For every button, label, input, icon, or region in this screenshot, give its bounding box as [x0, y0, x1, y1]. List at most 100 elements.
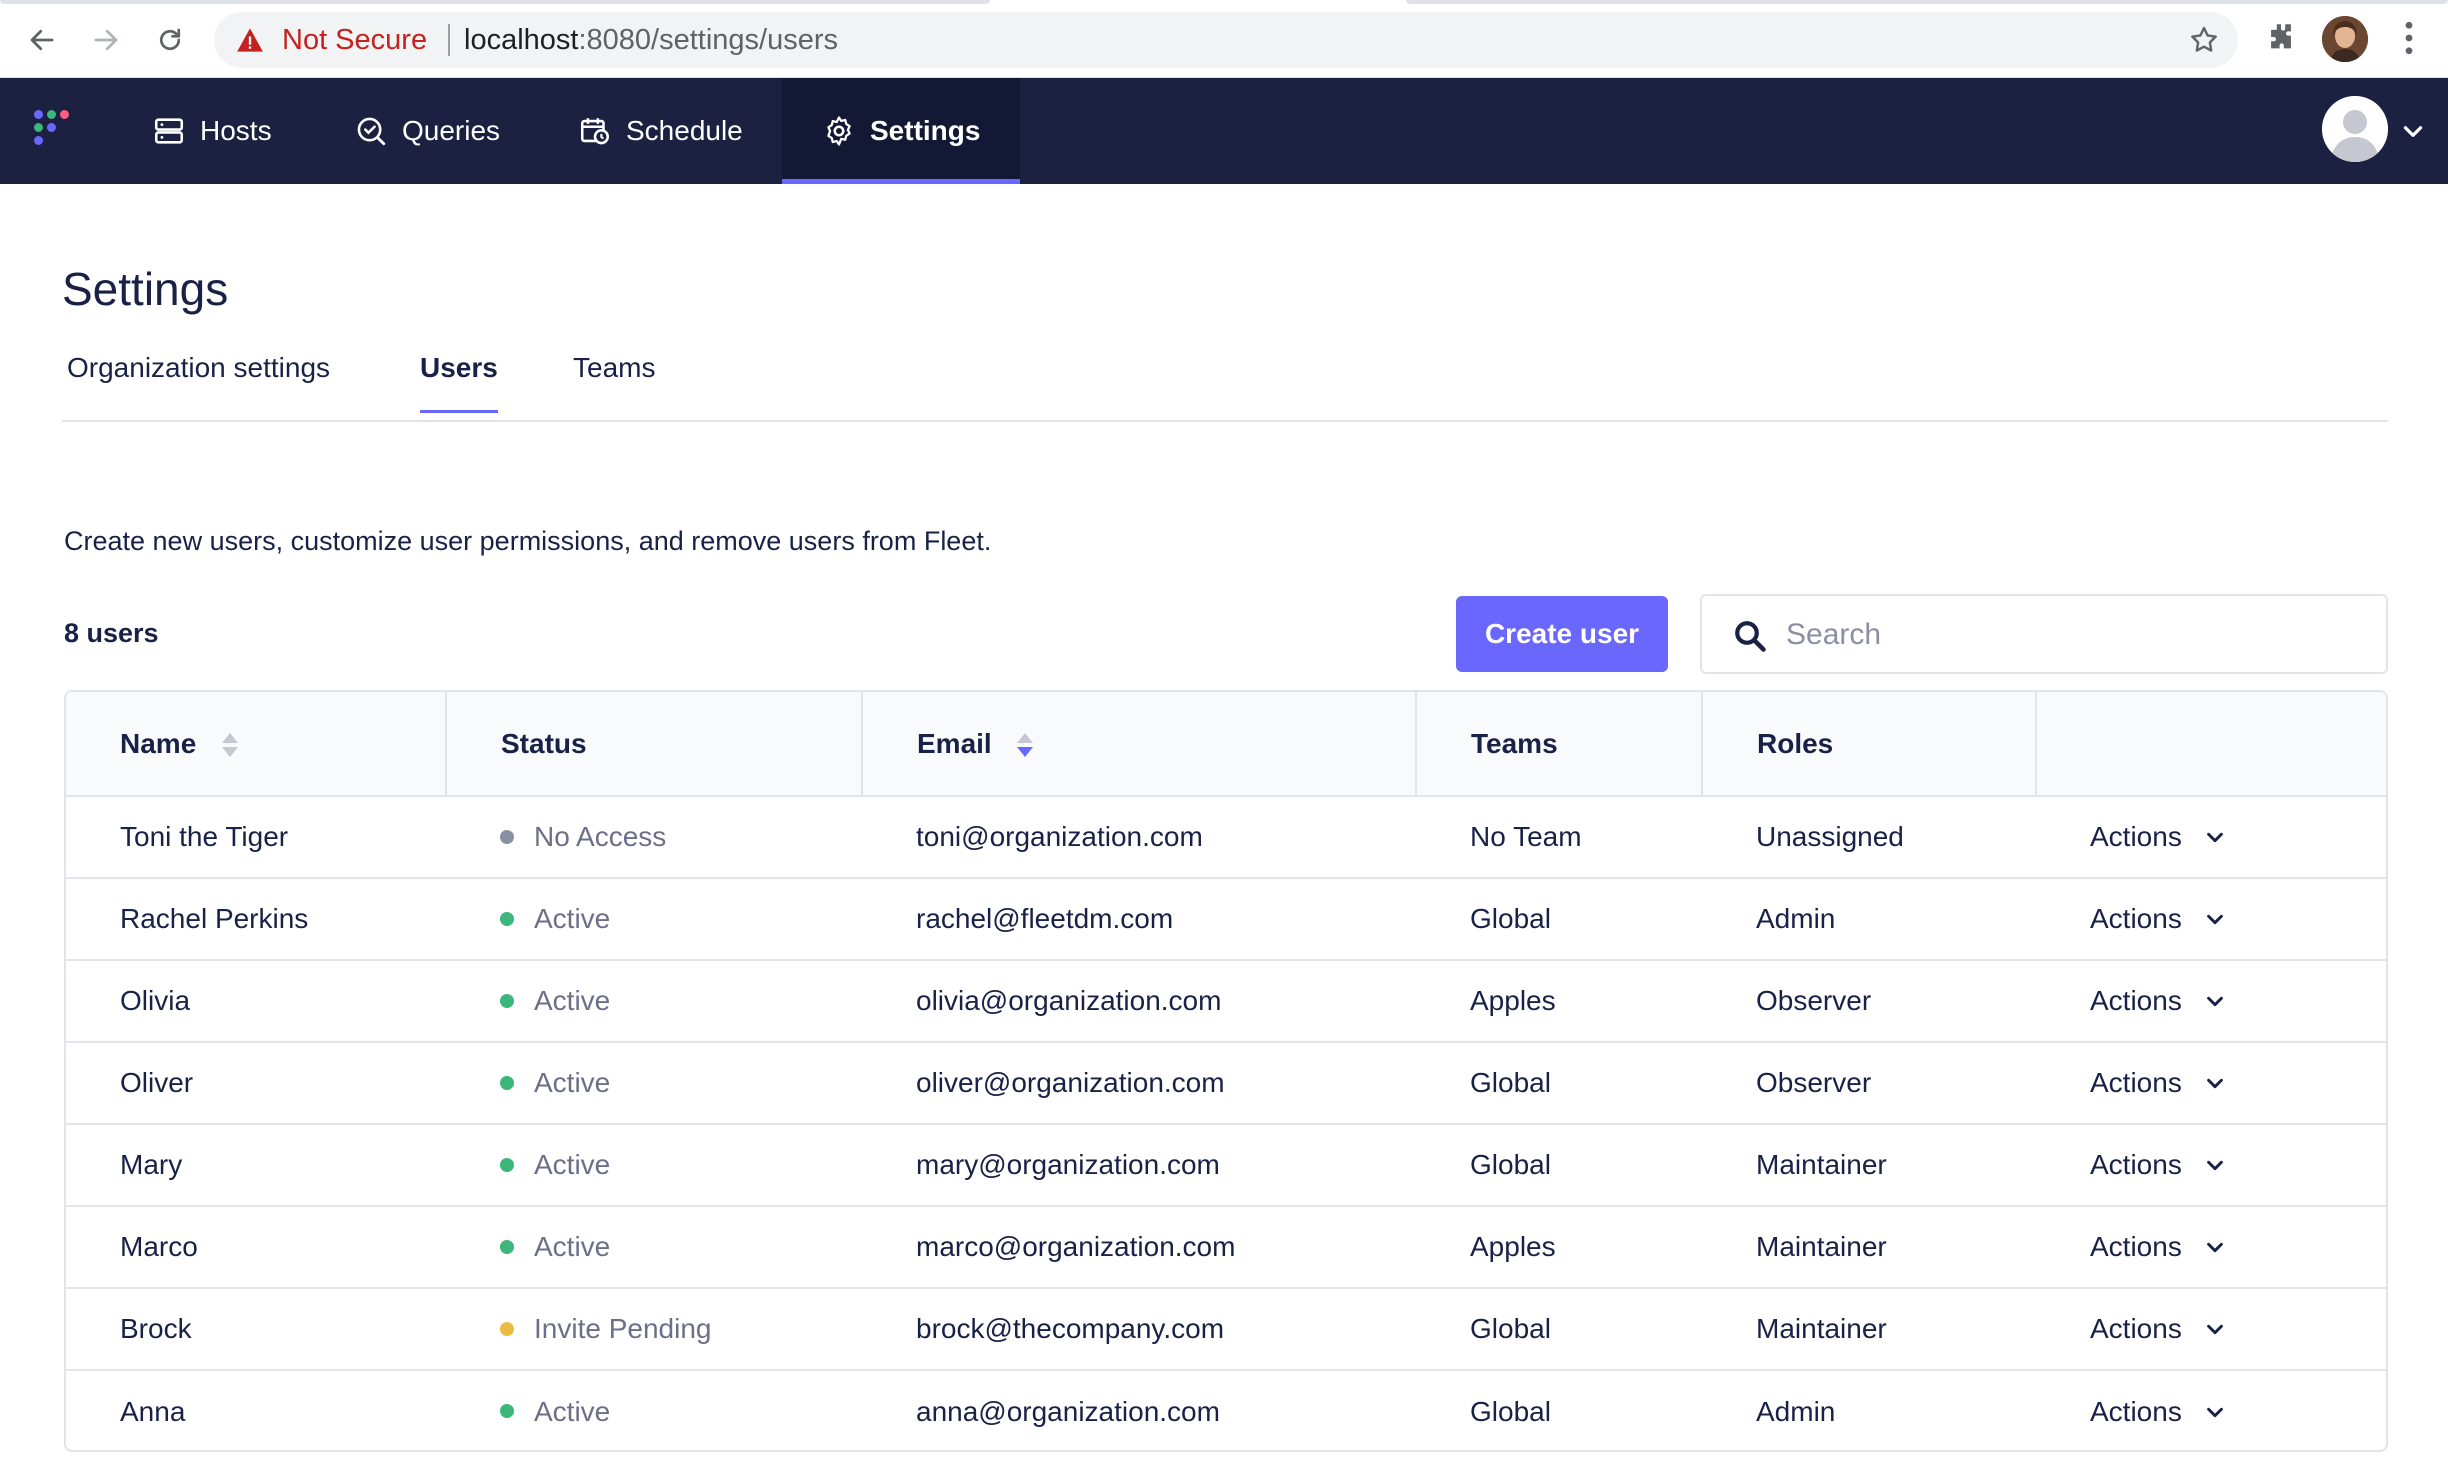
table-row: Marco Active marco@organization.com Appl…	[66, 1206, 2386, 1288]
user-name: Marco	[120, 1231, 198, 1262]
user-teams: Apples	[1470, 985, 1556, 1016]
browser-tab[interactable]	[0, 0, 990, 4]
sort-descending-icon	[1017, 733, 1034, 758]
chevron-down-icon	[2206, 1160, 2223, 1171]
user-status: Active	[446, 1042, 862, 1124]
column-header-label: Roles	[1757, 727, 1834, 759]
table-row: Olivia Active olivia@organization.com Ap…	[66, 960, 2386, 1042]
user-actions: Actions	[2036, 1206, 2386, 1288]
user-actions: Actions	[2036, 878, 2386, 960]
user-name: Toni the Tiger	[120, 821, 289, 852]
nav-item-label: Queries	[402, 115, 501, 146]
user-avatar[interactable]	[2322, 96, 2388, 162]
user-email: mary@organization.com	[916, 1149, 1220, 1180]
actions-dropdown[interactable]: Actions	[2090, 1149, 2226, 1181]
chevron-down-icon[interactable]	[2400, 118, 2426, 149]
column-header-roles: Roles	[1702, 692, 2037, 797]
nav-item-label: Schedule	[626, 115, 743, 146]
actions-dropdown[interactable]: Actions	[2090, 903, 2226, 935]
address-bar[interactable]: Not Secure localhost:8080/settings/users	[214, 12, 2238, 68]
nav-item-queries[interactable]: Queries	[314, 78, 540, 184]
table-header-row: Name Status Email Teams Roles	[66, 692, 2386, 797]
user-name: Anna	[120, 1395, 186, 1427]
chevron-down-icon	[2206, 1078, 2223, 1089]
user-status: Active	[446, 960, 862, 1042]
column-header-teams: Teams	[1416, 692, 1703, 797]
search-input[interactable]	[1786, 610, 2366, 660]
fleet-logo-icon[interactable]	[34, 108, 78, 152]
page-description: Create new users, customize user permiss…	[64, 526, 992, 556]
actions-dropdown[interactable]: Actions	[2090, 1231, 2226, 1263]
queries-icon	[357, 117, 386, 146]
actions-dropdown[interactable]: Actions	[2090, 821, 2226, 853]
user-role: Unassigned	[1756, 821, 1904, 852]
user-name: Brock	[120, 1313, 192, 1344]
bookmark-star-icon[interactable]	[2188, 24, 2220, 61]
status-text: Active	[534, 903, 611, 934]
user-role: Observer	[1756, 985, 1872, 1016]
browser-profile-avatar[interactable]	[2322, 16, 2368, 62]
table-row: Rachel Perkins Active rachel@fleetdm.com…	[66, 878, 2386, 960]
users-table: Name Status Email Teams Roles Toni the T…	[64, 690, 2388, 1452]
extensions-puzzle-icon[interactable]	[2264, 20, 2298, 59]
actions-dropdown[interactable]: Actions	[2090, 1313, 2226, 1345]
user-role: Admin	[1756, 903, 1836, 934]
tab-users[interactable]: Users	[420, 352, 498, 413]
status-dot-icon	[500, 1075, 514, 1090]
user-name: Olivia	[120, 985, 191, 1016]
status-text: Active	[534, 1231, 611, 1262]
actions-dropdown[interactable]: Actions	[2090, 1396, 2226, 1428]
user-email: anna@organization.com	[916, 1395, 1220, 1427]
back-button[interactable]	[18, 16, 66, 64]
browser-tab[interactable]	[1406, 0, 2448, 4]
user-teams: Global	[1470, 1395, 1551, 1427]
column-header-email[interactable]: Email	[862, 692, 1417, 797]
tab-teams[interactable]: Teams	[573, 352, 655, 410]
table-row: Brock Invite Pending brock@thecompany.co…	[66, 1288, 2386, 1370]
actions-label: Actions	[2090, 903, 2182, 934]
chevron-down-icon	[2206, 996, 2223, 1007]
column-header-actions	[2036, 692, 2386, 797]
user-email: oliver@organization.com	[916, 1067, 1225, 1098]
user-actions: Actions	[2036, 1124, 2386, 1206]
sort-icon	[222, 733, 239, 758]
nav-item-settings[interactable]: Settings	[782, 78, 1021, 184]
column-header-name[interactable]: Name	[66, 692, 447, 797]
user-teams: Global	[1470, 903, 1551, 934]
user-teams: Global	[1470, 1149, 1551, 1180]
status-text: No Access	[534, 821, 667, 852]
gear-icon	[827, 116, 851, 146]
status-dot-icon	[500, 911, 514, 926]
actions-dropdown[interactable]: Actions	[2090, 985, 2226, 1017]
user-teams: No Team	[1470, 821, 1582, 852]
column-header-status: Status	[446, 692, 863, 797]
browser-menu-icon[interactable]	[2392, 18, 2426, 63]
user-actions: Actions	[2036, 796, 2386, 878]
actions-dropdown[interactable]: Actions	[2090, 1067, 2226, 1099]
create-user-button[interactable]: Create user	[1456, 596, 1668, 672]
user-teams: Global	[1470, 1313, 1551, 1344]
table-row: Mary Active mary@organization.com Global…	[66, 1124, 2386, 1206]
actions-label: Actions	[2090, 1313, 2182, 1344]
tab-organization-settings[interactable]: Organization settings	[67, 352, 330, 410]
url-text[interactable]: localhost:8080/settings/users	[464, 24, 838, 57]
user-teams: Apples	[1470, 1231, 1556, 1262]
chevron-down-icon	[2206, 1242, 2223, 1253]
reload-button[interactable]	[146, 16, 194, 64]
nav-item-label: Settings	[870, 115, 981, 146]
chevron-down-icon	[2206, 1407, 2223, 1417]
nav-item-schedule[interactable]: Schedule	[538, 78, 783, 184]
forward-button[interactable]	[82, 16, 130, 64]
user-name: Oliver	[120, 1067, 194, 1098]
page-title: Settings	[62, 263, 229, 315]
status-text: Active	[534, 1149, 611, 1180]
nav-item-hosts[interactable]: Hosts	[112, 78, 312, 184]
user-actions: Actions	[2036, 1288, 2386, 1370]
user-role: Maintainer	[1756, 1231, 1887, 1262]
security-label[interactable]: Not Secure	[282, 24, 427, 57]
status-text: Active	[534, 1067, 611, 1098]
search-field[interactable]	[1700, 594, 2388, 674]
user-status: Invite Pending	[446, 1288, 862, 1370]
status-text: Active	[534, 985, 611, 1016]
user-email: brock@thecompany.com	[916, 1313, 1225, 1344]
